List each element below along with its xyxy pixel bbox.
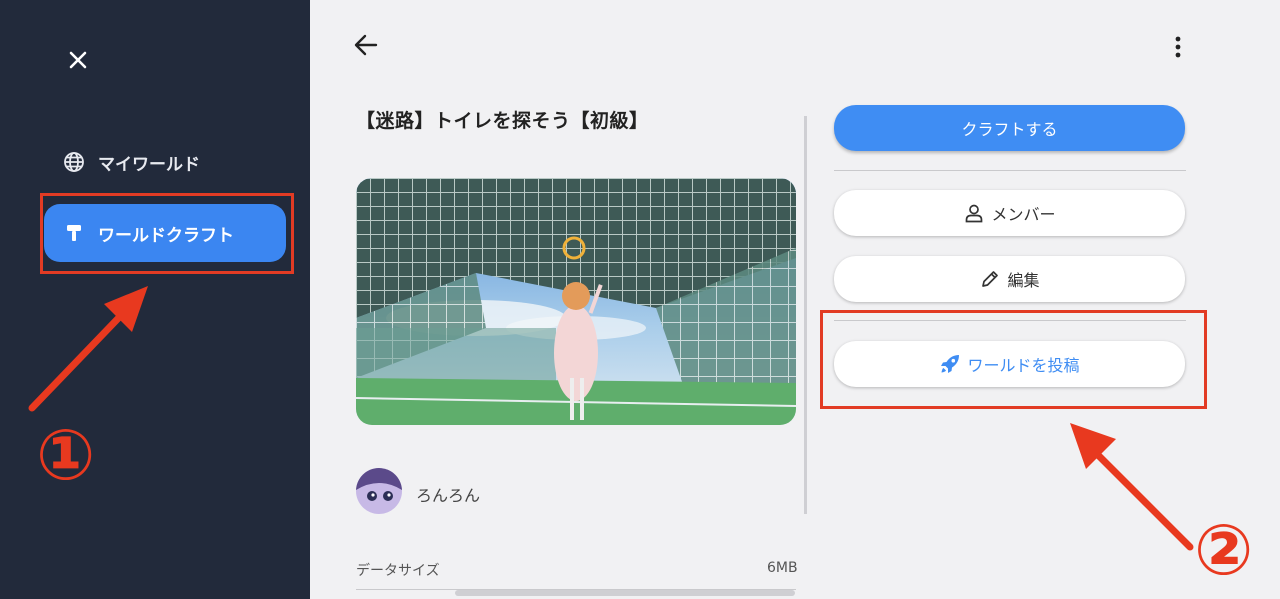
annotation-arrow-1: [28, 286, 148, 412]
annotation-highlight-box-1: [40, 193, 294, 274]
person-icon: [963, 202, 985, 224]
member-button[interactable]: メンバー: [834, 190, 1185, 236]
edit-button-label: 編集: [1007, 271, 1040, 290]
author-name[interactable]: ろんろん: [416, 482, 480, 506]
author-avatar[interactable]: [356, 468, 402, 514]
member-button-label: メンバー: [991, 205, 1056, 224]
annotation-highlight-box-2: [820, 310, 1207, 409]
craft-button-label: クラフトする: [961, 120, 1058, 139]
annotation-arrow-2: [1070, 423, 1194, 551]
world-title: 【迷路】トイレを探そう【初級】: [356, 110, 649, 132]
back-arrow-icon[interactable]: [352, 31, 384, 63]
data-size-value: 6MB: [767, 560, 798, 576]
scrollbar[interactable]: [455, 590, 795, 596]
craft-button[interactable]: クラフトする: [834, 105, 1185, 151]
annotation-step-1: ①: [36, 414, 96, 496]
vertical-divider: [804, 116, 807, 514]
world-thumbnail[interactable]: [356, 178, 796, 425]
close-icon[interactable]: [62, 44, 94, 76]
annotation-step-2: ②: [1194, 509, 1254, 591]
sidebar: マイワールド ワールドクラフト ①: [0, 0, 310, 599]
divider: [834, 170, 1186, 171]
sidebar-item-my-world[interactable]: マイワールド: [44, 133, 286, 191]
pencil-icon: [979, 268, 1001, 290]
edit-button[interactable]: 編集: [834, 256, 1185, 302]
data-size-label: データサイズ: [356, 563, 440, 579]
sidebar-item-label: マイワールド: [98, 154, 200, 175]
more-options-icon[interactable]: [1164, 31, 1192, 63]
globe-icon: [62, 150, 86, 174]
